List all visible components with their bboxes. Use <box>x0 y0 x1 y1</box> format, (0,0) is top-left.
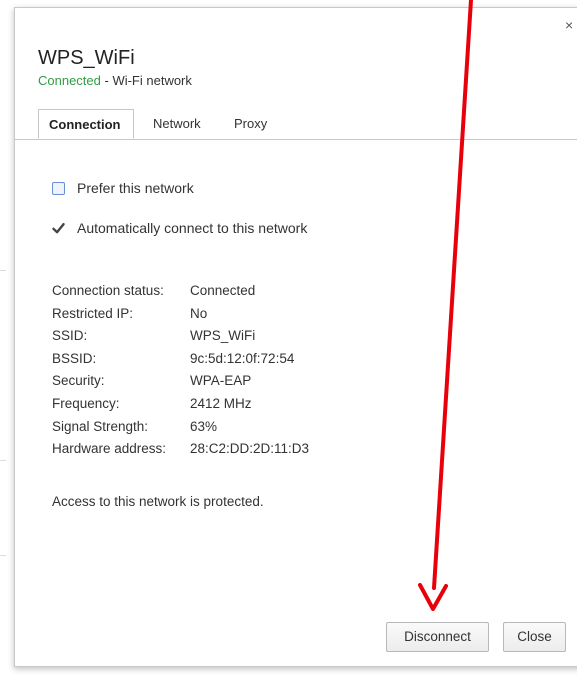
info-key: Connection status: <box>52 283 164 298</box>
network-subtitle: Connected - Wi-Fi network <box>38 73 192 88</box>
close-button[interactable]: Close <box>503 622 566 652</box>
info-key: Security: <box>52 373 105 389</box>
tab-proxy[interactable]: Proxy <box>234 109 267 139</box>
prefer-network-label: Prefer this network <box>77 180 194 196</box>
info-value: WPS_WiFi <box>190 328 256 344</box>
tab-network[interactable]: Network <box>153 109 201 139</box>
autoconnect-option[interactable]: Automatically connect to this network <box>52 220 307 236</box>
info-key: BSSID: <box>52 350 97 366</box>
background-edge-line <box>0 555 6 556</box>
background-edge-line <box>0 270 6 271</box>
close-icon[interactable]: × <box>565 18 573 32</box>
info-key: Restricted IP: <box>52 305 134 321</box>
info-key: Frequency: <box>52 395 120 411</box>
protection-note: Access to this network is protected. <box>52 494 264 509</box>
info-value: 9c:5d:12:0f:72:54 <box>190 350 295 366</box>
prefer-network-option[interactable]: Prefer this network <box>52 180 194 196</box>
tab-connection[interactable]: Connection <box>38 109 134 139</box>
info-key: Signal Strength: <box>52 418 149 434</box>
autoconnect-label: Automatically connect to this network <box>77 220 308 236</box>
connection-status-text: Connected <box>38 73 101 88</box>
network-type-text: - Wi-Fi network <box>100 73 192 88</box>
info-value: No <box>190 305 208 321</box>
info-key: Hardware address: <box>52 441 167 457</box>
prefer-network-checkbox[interactable] <box>52 181 65 195</box>
info-key: SSID: <box>52 328 88 344</box>
info-value: Connected <box>190 283 256 298</box>
network-details-dialog <box>14 7 577 667</box>
info-value: WPA-EAP <box>190 373 252 389</box>
background-edge-line <box>0 460 6 461</box>
autoconnect-checkbox[interactable] <box>52 222 65 235</box>
info-value: 63% <box>190 418 218 434</box>
disconnect-button[interactable]: Disconnect <box>386 622 489 652</box>
info-value: 28:C2:DD:2D:11:D3 <box>190 441 310 457</box>
network-name-title: WPS_WiFi <box>38 47 135 69</box>
info-value: 2412 MHz <box>190 395 252 411</box>
checkmark-icon <box>52 222 65 233</box>
